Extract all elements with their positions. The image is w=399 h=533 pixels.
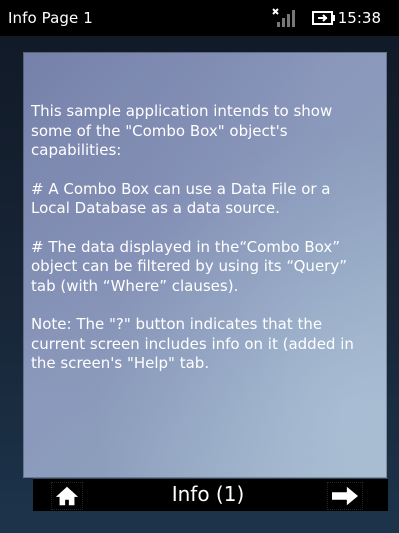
info-panel: This sample application intends to show … (23, 52, 387, 478)
home-icon (55, 486, 79, 506)
page-title: Info Page 1 (8, 9, 93, 27)
battery-charging-icon (312, 11, 335, 25)
nav-title: Info (1) (171, 482, 245, 506)
status-bar: Info Page 1 15:38 (0, 0, 399, 36)
info-paragraph-intro: This sample application intends to show … (31, 102, 333, 159)
signal-off-icon (272, 8, 295, 27)
info-paragraph-note: Note: The "?" button indicates that the … (31, 315, 354, 372)
bottom-nav-bar: Info (1) (33, 478, 388, 511)
arrow-right-icon (332, 486, 358, 506)
clock: 15:38 (337, 9, 381, 27)
device-screen: Info Page 1 15:38 This sample applicatio… (0, 0, 399, 533)
info-paragraph-data-source: # A Combo Box can use a Data File or a L… (31, 179, 331, 218)
info-text: This sample application intends to show … (31, 102, 373, 393)
home-button[interactable] (51, 482, 83, 510)
next-button[interactable] (327, 482, 363, 510)
info-paragraph-query: # The data displayed in the“Combo Box” o… (31, 237, 347, 295)
